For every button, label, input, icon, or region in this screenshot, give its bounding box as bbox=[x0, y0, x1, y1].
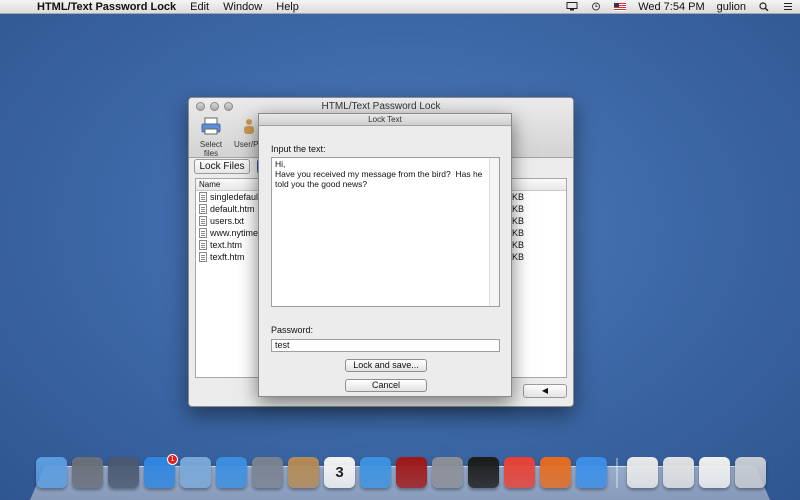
cancel-button[interactable]: Cancel bbox=[345, 379, 427, 392]
user-icon bbox=[244, 119, 254, 134]
calendar-date: 3 bbox=[335, 464, 344, 481]
menu-bar: HTML/Text Password Lock Edit Window Help… bbox=[0, 0, 800, 14]
htm-file-icon[interactable] bbox=[627, 457, 658, 488]
file-name: text.htm bbox=[210, 240, 243, 250]
dock: 13 bbox=[36, 452, 766, 488]
finder-icon[interactable] bbox=[36, 457, 67, 488]
app-store-icon[interactable]: 1 bbox=[144, 454, 178, 488]
text-area-scrollbar[interactable] bbox=[489, 158, 499, 306]
file-name: default.htm bbox=[210, 204, 255, 214]
menu-app-name[interactable]: HTML/Text Password Lock bbox=[30, 0, 183, 14]
firefox-icon[interactable] bbox=[540, 457, 571, 488]
file-size: KB bbox=[512, 252, 525, 262]
user-label: User/P bbox=[234, 140, 259, 149]
password-field[interactable]: test bbox=[271, 339, 500, 352]
input-source-flag-icon[interactable] bbox=[608, 0, 632, 14]
file-name: texft.htm bbox=[210, 252, 245, 262]
document-icon bbox=[199, 228, 207, 238]
time-machine-icon[interactable] bbox=[584, 0, 608, 14]
lock-files-button[interactable]: Lock Files bbox=[194, 159, 250, 174]
system-preferences-icon[interactable] bbox=[432, 457, 463, 488]
file-name: www.nytime bbox=[210, 228, 259, 238]
select-files-label: Select files bbox=[199, 140, 223, 158]
dock-separator bbox=[616, 458, 618, 488]
input-text-content: Hi, Have you received my message from th… bbox=[275, 159, 483, 189]
menu-help[interactable]: Help bbox=[269, 0, 306, 14]
menu-window[interactable]: Window bbox=[216, 0, 269, 14]
contacts-icon[interactable] bbox=[288, 457, 319, 488]
input-text-area[interactable]: Hi, Have you received my message from th… bbox=[271, 157, 500, 307]
file-size: KB bbox=[512, 204, 525, 214]
document-icon bbox=[199, 240, 207, 250]
document-icon bbox=[199, 216, 207, 226]
size-column-header[interactable] bbox=[506, 179, 568, 191]
trash-icon[interactable] bbox=[735, 457, 766, 488]
lock-text-dialog: Lock Text Input the text: Hi, Have you r… bbox=[258, 113, 512, 397]
search-icon[interactable] bbox=[752, 0, 776, 14]
file-size: KB bbox=[512, 216, 525, 226]
terminal-icon[interactable] bbox=[468, 457, 499, 488]
password-label: Password: bbox=[271, 325, 314, 335]
main-window-title: HTML/Text Password Lock bbox=[321, 101, 441, 112]
notification-center-icon[interactable] bbox=[776, 0, 800, 14]
facetime-icon[interactable] bbox=[252, 457, 283, 488]
back-button[interactable]: ◀ bbox=[523, 384, 567, 398]
lock-and-save-button[interactable]: Lock and save... bbox=[345, 359, 427, 372]
mail-icon[interactable] bbox=[180, 457, 211, 488]
itunes-icon[interactable] bbox=[360, 457, 391, 488]
notification-badge: 1 bbox=[167, 454, 178, 465]
printer-icon bbox=[201, 117, 221, 135]
calendar-icon[interactable]: 3 bbox=[324, 457, 355, 488]
downloads-stack-icon[interactable] bbox=[699, 457, 730, 488]
file-size: KB bbox=[512, 240, 525, 250]
launchpad-icon[interactable] bbox=[72, 457, 103, 488]
zip-file-icon[interactable] bbox=[663, 457, 694, 488]
dialog-title: Lock Text bbox=[259, 114, 511, 126]
document-icon bbox=[199, 192, 207, 202]
password-lock-app-icon[interactable] bbox=[576, 457, 607, 488]
photo-booth-icon[interactable] bbox=[396, 457, 427, 488]
file-name: singledefaul bbox=[210, 192, 259, 202]
user-toolbar-button[interactable]: User/P bbox=[234, 116, 260, 149]
file-name: users.txt bbox=[210, 216, 245, 226]
menubar-clock[interactable]: Wed 7:54 PM bbox=[632, 0, 710, 14]
menu-edit[interactable]: Edit bbox=[183, 0, 216, 14]
mission-control-icon[interactable] bbox=[108, 457, 139, 488]
safari-icon[interactable] bbox=[216, 457, 247, 488]
chrome-icon[interactable] bbox=[504, 457, 535, 488]
select-files-toolbar-button[interactable]: Select files bbox=[193, 116, 229, 158]
file-size: KB bbox=[512, 192, 525, 202]
document-icon bbox=[199, 204, 207, 214]
document-icon bbox=[199, 252, 207, 262]
file-size: KB bbox=[512, 228, 525, 238]
display-icon[interactable] bbox=[560, 0, 584, 14]
input-text-label: Input the text: bbox=[271, 144, 326, 154]
menubar-user[interactable]: gulion bbox=[711, 0, 752, 14]
name-column-header[interactable]: Name bbox=[199, 180, 220, 189]
